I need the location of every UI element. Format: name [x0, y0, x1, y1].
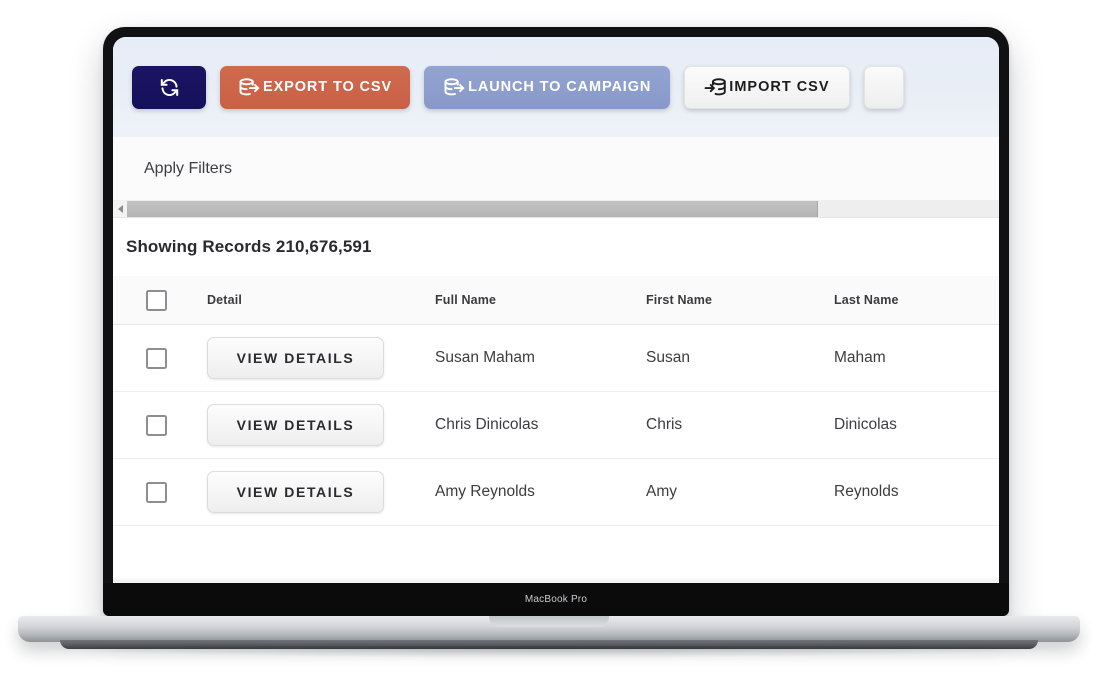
view-details-button[interactable]: VIEW DETAILS — [207, 471, 384, 513]
launch-to-campaign-button[interactable]: LAUNCH TO CAMPAIGN — [424, 65, 671, 109]
laptop-lid-notch — [489, 616, 609, 627]
launch-to-campaign-label: LAUNCH TO CAMPAIGN — [468, 79, 652, 95]
cell-last-name: Reynolds — [834, 483, 899, 500]
records-count-bar: Showing Records 210,676,591 — [113, 218, 999, 276]
toolbar-overflow-button[interactable] — [863, 65, 904, 109]
screenshot-stage: EXPORT TO CSV LAUNCH TO CAMPAIGN IMPORT … — [0, 0, 1098, 680]
filter-bar: Apply Filters — [113, 137, 999, 201]
laptop-bezel-chin: MacBook Pro — [103, 583, 1009, 616]
records-count-label: Showing Records 210,676,591 — [126, 237, 372, 256]
import-csv-button[interactable]: IMPORT CSV — [684, 65, 850, 109]
column-header-full-name[interactable]: Full Name — [435, 293, 496, 307]
view-details-button[interactable]: VIEW DETAILS — [207, 337, 384, 379]
cell-full-name: Amy Reynolds — [435, 483, 535, 500]
table-row: VIEW DETAILS Amy Reynolds Amy Reynolds — [113, 459, 999, 526]
table-header-row: Detail Full Name First Name Last Name — [113, 276, 999, 325]
macbook-pro-brand-label: MacBook Pro — [524, 594, 588, 605]
cell-first-name: Susan — [646, 349, 690, 366]
scrollbar-track[interactable] — [818, 201, 999, 217]
laptop-drop-shadow — [28, 646, 1070, 658]
app-toolbar: EXPORT TO CSV LAUNCH TO CAMPAIGN IMPORT … — [113, 37, 999, 137]
laptop-lid: EXPORT TO CSV LAUNCH TO CAMPAIGN IMPORT … — [103, 27, 1009, 616]
select-all-cell — [113, 289, 199, 311]
records-table: Detail Full Name First Name Last Name VI… — [113, 276, 999, 526]
laptop-screen: EXPORT TO CSV LAUNCH TO CAMPAIGN IMPORT … — [113, 37, 999, 593]
cell-first-name: Chris — [646, 416, 683, 433]
database-launch-icon — [443, 76, 466, 99]
refresh-sync-icon — [159, 77, 180, 98]
chevron-left-icon[interactable] — [113, 201, 127, 217]
column-header-first-name[interactable]: First Name — [646, 293, 712, 307]
column-header-detail[interactable]: Detail — [207, 293, 242, 307]
column-header-last-name[interactable]: Last Name — [834, 293, 899, 307]
view-details-button[interactable]: VIEW DETAILS — [207, 404, 384, 446]
cell-last-name: Dinicolas — [834, 416, 897, 433]
apply-filters-label[interactable]: Apply Filters — [144, 160, 232, 178]
table-row: VIEW DETAILS Chris Dinicolas Chris Dinic… — [113, 392, 999, 459]
table-row: VIEW DETAILS Susan Maham Susan Maham — [113, 325, 999, 392]
row-checkbox[interactable] — [145, 481, 167, 503]
refresh-button[interactable] — [132, 65, 206, 109]
horizontal-scrollbar[interactable] — [113, 201, 999, 218]
import-csv-label: IMPORT CSV — [729, 79, 830, 95]
cell-full-name: Susan Maham — [435, 349, 535, 366]
cell-full-name: Chris Dinicolas — [435, 416, 539, 433]
cell-last-name: Maham — [834, 349, 886, 366]
row-checkbox[interactable] — [145, 347, 167, 369]
database-export-icon — [238, 76, 261, 99]
select-all-checkbox[interactable] — [145, 289, 167, 311]
export-to-csv-button[interactable]: EXPORT TO CSV — [220, 65, 411, 109]
export-to-csv-label: EXPORT TO CSV — [263, 79, 393, 95]
scrollbar-thumb[interactable] — [127, 201, 818, 217]
database-import-icon — [704, 76, 727, 99]
cell-first-name: Amy — [646, 483, 677, 500]
row-checkbox[interactable] — [145, 414, 167, 436]
